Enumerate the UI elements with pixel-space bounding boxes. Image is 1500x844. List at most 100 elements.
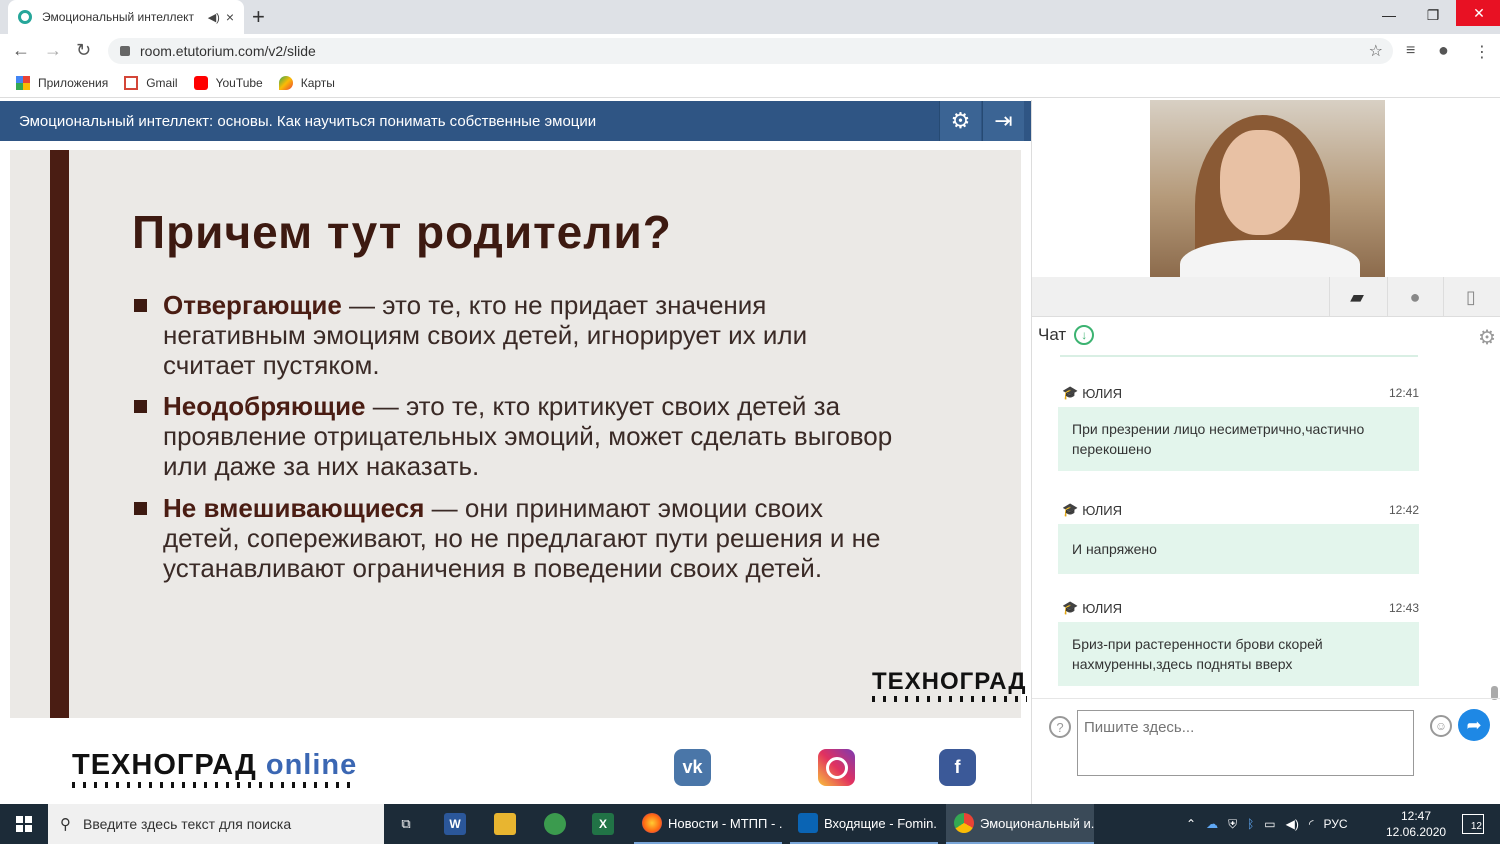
explorer-app[interactable] [490, 804, 520, 844]
start-button[interactable] [0, 804, 48, 844]
search-icon: ⚲ [60, 816, 71, 833]
media-control-icon[interactable]: ≡ [1406, 42, 1415, 60]
windows-taskbar: ⚲ Введите здесь текст для поиска ⧉ W X Н… [0, 804, 1500, 844]
taskbar-clock[interactable]: 12:47 12.06.2020 [1386, 808, 1446, 840]
taskbar-search[interactable]: ⚲ Введите здесь текст для поиска [48, 804, 384, 844]
word-app[interactable]: W [440, 804, 470, 844]
excel-icon: X [592, 813, 614, 835]
profile-icon[interactable]: ● [1438, 40, 1449, 61]
speaker-icon[interactable]: ◀) [208, 11, 220, 24]
instagram-icon[interactable] [818, 749, 855, 786]
folder-icon [494, 813, 516, 835]
back-icon[interactable]: ← [12, 40, 30, 61]
tab-participants[interactable]: ● [1387, 277, 1442, 317]
message-time: 12:41 [1388, 386, 1419, 400]
youtube-icon [193, 75, 208, 90]
outlook-icon [798, 813, 818, 833]
chat-message: 🎓 ЮЛИЯ 12:41 При презрении лицо несиметрич… [1058, 383, 1419, 471]
forward-icon[interactable]: → [44, 40, 62, 61]
chat-bubble-icon: ▰ [1350, 286, 1364, 307]
send-arrow-icon: ➦ [1466, 714, 1482, 735]
settings-button[interactable]: ⚙ [939, 101, 981, 141]
battery-icon[interactable]: ▭ [1264, 817, 1275, 831]
volume-icon[interactable]: ◀) [1286, 817, 1299, 831]
maps-icon [278, 75, 293, 90]
send-button[interactable]: ➦ [1458, 709, 1490, 741]
slide-bullet: Не вмешивающиеся — они принимают эмоции … [134, 493, 894, 583]
browser-tab[interactable]: Эмоциональный интеллект ◀) × [8, 0, 244, 34]
message-text: И напряжено [1058, 524, 1419, 574]
help-icon[interactable]: ? [1049, 716, 1071, 738]
bullet-term: Отвергающие [163, 290, 342, 320]
footer-logo-main: ТЕХНОГРАД [72, 749, 257, 781]
system-tray: ⌃ ☁ ⛨ ᛒ ▭ ◀) ◜ РУС [1186, 804, 1348, 844]
facebook-icon[interactable]: f [939, 749, 976, 786]
vk-icon[interactable]: vk [674, 749, 711, 786]
word-icon: W [444, 813, 466, 835]
onedrive-icon[interactable]: ☁ [1206, 817, 1218, 831]
message-text: Бриз-при растеренности брови скорей нахм… [1058, 622, 1419, 686]
taskbar-window-outlook[interactable]: Входящие - Fomin... [790, 804, 938, 844]
tab-chat[interactable]: ▰ [1329, 277, 1384, 317]
chat-divider [1060, 355, 1418, 357]
language-indicator[interactable]: РУС [1324, 817, 1348, 831]
exit-button[interactable]: ⇥ [982, 101, 1024, 141]
maximize-button[interactable]: ❐ [1410, 0, 1456, 30]
excel-app[interactable]: X [588, 804, 618, 844]
search-placeholder: Введите здесь текст для поиска [83, 816, 292, 832]
windows-logo-icon [16, 816, 32, 832]
new-tab-button[interactable]: + [252, 4, 265, 30]
bookmark-youtube[interactable]: YouTube [193, 75, 263, 90]
bullet-square-icon [134, 299, 147, 312]
bookmark-apps[interactable]: Приложения [16, 75, 108, 90]
tab-close-icon[interactable]: × [226, 9, 234, 25]
download-icon[interactable]: ↓ [1074, 325, 1095, 345]
lock-icon [120, 46, 130, 56]
tab-title: Эмоциональный интеллект [42, 10, 195, 24]
show-hidden-icons-icon[interactable]: ⌃ [1186, 817, 1196, 831]
document-icon: ▯ [1466, 286, 1476, 307]
side-tabs: ▰ ● ▯ [1032, 277, 1500, 317]
notification-count: 12 [1470, 821, 1482, 832]
presentation-slide: Причем тут родители? Отвергающие — это т… [10, 150, 1027, 718]
message-author: ЮЛИЯ [1082, 385, 1122, 401]
chrome-icon [954, 813, 974, 833]
menu-dots-icon[interactable]: ⋮ [1474, 42, 1490, 62]
close-window-button[interactable]: ✕ [1456, 0, 1500, 26]
chat-input[interactable] [1077, 710, 1414, 776]
minimize-button[interactable]: — [1366, 0, 1412, 30]
footer-logo[interactable]: ТЕХНОГРАД online [72, 749, 358, 788]
bookmark-maps[interactable]: Карты [278, 75, 335, 90]
bullet-square-icon [134, 502, 147, 515]
bullet-square-icon [134, 400, 147, 413]
message-author: ЮЛИЯ [1082, 502, 1122, 518]
reload-icon[interactable]: ↻ [76, 40, 91, 61]
tab-files[interactable]: ▯ [1443, 277, 1498, 317]
slide-logo: ТЕХНОГРАД [872, 668, 1027, 702]
bookmark-star-icon[interactable]: ☆ [1369, 41, 1383, 61]
emoji-icon[interactable]: ☺ [1430, 715, 1452, 737]
bookmark-gmail[interactable]: Gmail [124, 75, 178, 90]
notifications-icon[interactable]: 12 [1462, 814, 1484, 834]
apps-icon [16, 75, 30, 90]
globe-app[interactable] [540, 804, 570, 844]
graduation-cap-icon: 🎓 [1062, 502, 1079, 517]
bullet-term: Неодобряющие [163, 391, 366, 421]
taskbar-window-chrome[interactable]: Эмоциональный и... [946, 804, 1094, 844]
defender-icon[interactable]: ⛨ [1228, 817, 1237, 832]
chat-settings-icon[interactable]: ⚙ [1478, 325, 1496, 350]
webcam-video [1150, 100, 1385, 277]
chat-title: Чат [1038, 325, 1067, 344]
video-shirt [1180, 240, 1360, 277]
url-bar[interactable]: room.etutorium.com/v2/slide ☆ [108, 38, 1393, 64]
bluetooth-icon[interactable]: ᛒ [1247, 817, 1254, 831]
wifi-icon[interactable]: ◜ [1309, 817, 1314, 831]
chat-message: 🎓 ЮЛИЯ 12:42 И напряжено [1058, 500, 1419, 574]
message-time: 12:43 [1388, 601, 1419, 615]
taskbar-window-firefox[interactable]: Новости - МТПП - ... [634, 804, 782, 844]
slide-bullet: Неодобряющие — это те, кто критикует сво… [134, 391, 894, 481]
chat-header: Чат ↓ [1038, 325, 1095, 345]
task-view-button[interactable]: ⧉ [392, 804, 420, 844]
slide-title: Причем тут родители? [132, 206, 672, 258]
side-panel: ▰ ● ▯ Чат ↓ ⚙ 🎓 ЮЛИЯ 12:41 При презрении л… [1031, 100, 1500, 804]
